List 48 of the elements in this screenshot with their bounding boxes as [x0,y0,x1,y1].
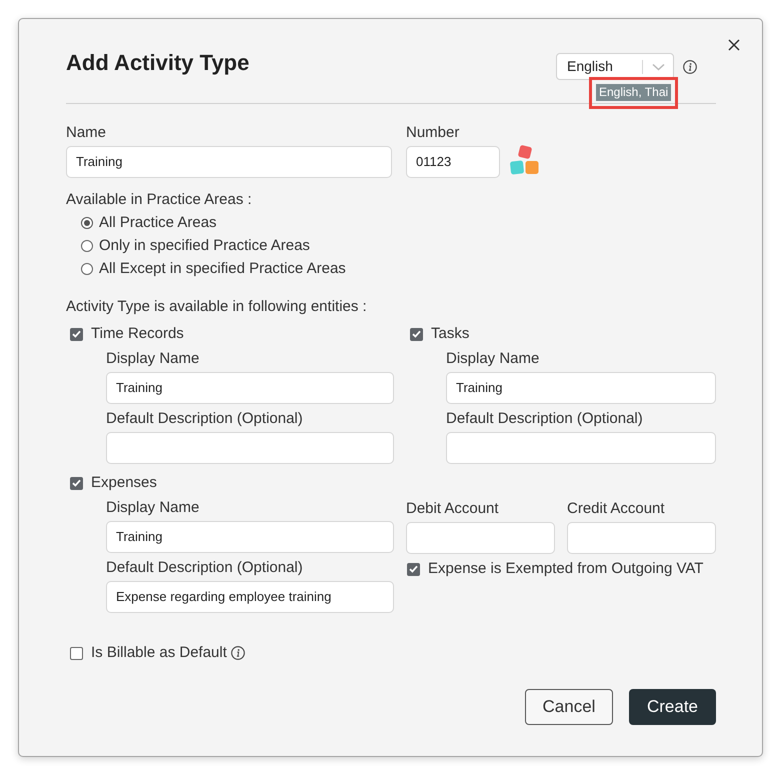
field-label: Debit Account [406,499,500,519]
close-button[interactable] [728,39,740,51]
cancel-button[interactable]: Cancel [525,689,613,725]
field-label: Display Name [446,349,540,369]
checkbox-label: Time Records [91,324,184,344]
field-label: Name [66,123,108,143]
dialog-title: Add Activity Type [66,49,250,77]
number-blocks-icon[interactable] [510,145,540,175]
input-field[interactable]: Training [66,146,392,178]
radio-button[interactable] [81,240,93,252]
field-label: Default Description (Optional) [106,558,304,578]
checkbox-label: Is Billable as Default [91,643,227,663]
field-label: Display Name [106,498,200,518]
info-icon[interactable] [230,646,245,660]
input-field[interactable] [567,522,716,554]
field-label: Credit Account [567,499,666,519]
tooltip: English, Thai [596,84,672,101]
input-field[interactable]: 01123 [406,146,500,178]
input-field[interactable]: Training [446,372,716,404]
radio-label: All Practice Areas [99,212,217,232]
select-value: English [567,57,613,76]
radio-label: Only in specified Practice Areas [99,236,310,256]
checkbox-label: Tasks [431,324,470,344]
checkbox-label: Expense is Exempted from Outgoing VAT [428,559,704,579]
input-field[interactable]: Training [106,372,394,404]
radio-label: All Except in specified Practice Areas [99,258,346,278]
section-label: Activity Type is available in following entities : [66,297,368,317]
language-select[interactable]: English [556,53,674,80]
info-icon[interactable] [683,60,697,74]
checkbox[interactable] [70,328,83,340]
radio-button[interactable] [81,216,93,228]
create-button[interactable]: Create [629,689,716,725]
checkbox[interactable] [70,476,83,490]
checkbox[interactable] [70,646,83,660]
input-field[interactable]: Expense regarding employee training [106,581,394,613]
checkbox[interactable] [410,328,423,340]
input-field[interactable] [446,432,716,464]
input-field[interactable] [406,522,555,554]
checkbox-label: Expenses [91,473,157,493]
input-field[interactable] [106,432,394,464]
field-label: Default Description (Optional) [106,409,304,429]
field-label: Default Description (Optional) [446,409,644,429]
field-label: Number [406,123,460,143]
checkbox[interactable] [407,562,420,576]
field-label: Display Name [106,349,200,369]
radio-button[interactable] [81,262,93,274]
input-field[interactable]: Training [106,521,394,553]
section-label: Available in Practice Areas : [66,190,253,210]
